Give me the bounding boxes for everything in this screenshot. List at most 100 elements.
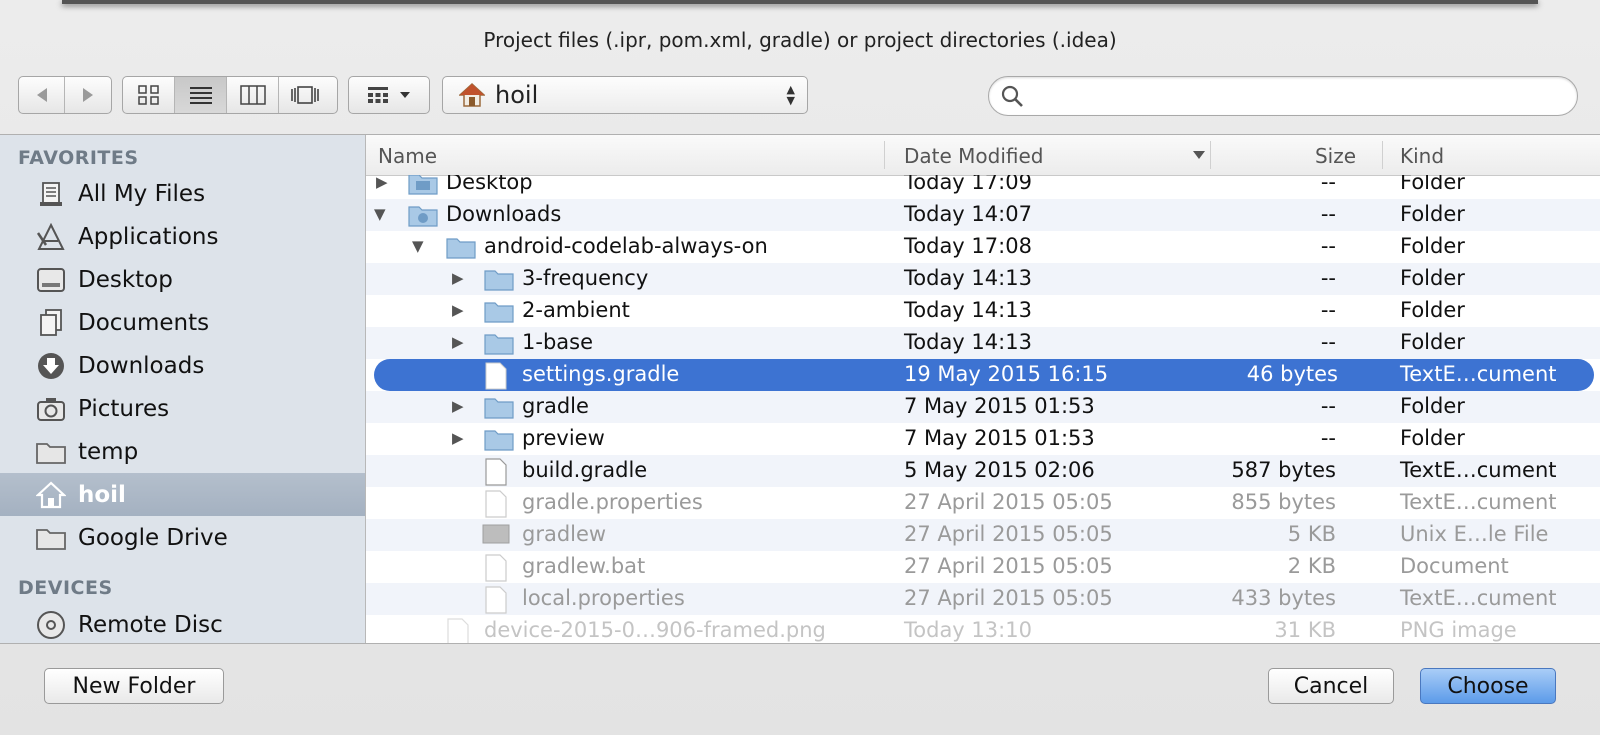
disclosure-down-icon: ▼ bbox=[412, 237, 424, 255]
file-size: -- bbox=[1320, 202, 1336, 226]
file-size: 46 bytes bbox=[1246, 362, 1338, 386]
folder-icon bbox=[484, 334, 514, 355]
disclosure-right-icon: ▶ bbox=[452, 333, 464, 351]
list-view-button[interactable] bbox=[175, 77, 227, 113]
table-row[interactable]: ▶ preview 7 May 2015 01:53 -- Folder bbox=[366, 423, 1600, 455]
table-row[interactable]: ▶ gradle 7 May 2015 01:53 -- Folder bbox=[366, 391, 1600, 423]
search-box[interactable] bbox=[988, 76, 1578, 116]
sidebar-item-desktop[interactable]: Desktop bbox=[0, 258, 365, 301]
location-popup[interactable]: hoil ▲ ▼ bbox=[442, 76, 808, 114]
file-date: 27 April 2015 05:05 bbox=[904, 522, 1113, 546]
folder-icon bbox=[484, 398, 514, 419]
table-row[interactable]: ▶ 1-base Today 14:13 -- Folder bbox=[366, 327, 1600, 359]
file-size: 433 bytes bbox=[1231, 586, 1336, 610]
file-rows: ▶ Desktop Today 17:09 -- Folder ▼ Downlo… bbox=[366, 175, 1600, 643]
folder-icon bbox=[484, 270, 514, 291]
sidebar-item-google-drive[interactable]: Google Drive bbox=[0, 516, 365, 559]
column-divider bbox=[884, 141, 885, 169]
list-icon bbox=[189, 87, 212, 104]
folder-icon bbox=[34, 523, 68, 553]
file-kind: Unix E…le File bbox=[1400, 522, 1549, 546]
table-row[interactable]: ▶ Desktop Today 17:09 -- Folder bbox=[366, 175, 1600, 199]
dialog-title: Project files (.ipr, pom.xml, gradle) or… bbox=[483, 28, 1117, 52]
arrange-grid-icon bbox=[368, 87, 388, 103]
cancel-button[interactable]: Cancel bbox=[1268, 668, 1394, 704]
disclosure-right-icon: ▶ bbox=[452, 397, 464, 415]
file-name: gradle.properties bbox=[522, 490, 703, 514]
file-list: Name Date Modified Size Kind ▶ Desktop T… bbox=[366, 135, 1600, 643]
col-name[interactable]: Name bbox=[378, 144, 437, 168]
applications-icon bbox=[34, 222, 68, 252]
file-kind: Folder bbox=[1400, 266, 1465, 290]
file-name: local.properties bbox=[522, 586, 685, 610]
coverflow-view-button[interactable] bbox=[279, 77, 331, 113]
home-icon bbox=[459, 82, 485, 107]
table-row[interactable]: ▼ android-codelab-always-on Today 17:08 … bbox=[366, 231, 1600, 263]
file-name: 1-base bbox=[522, 330, 593, 354]
icon-view-button[interactable] bbox=[123, 77, 175, 113]
file-size: -- bbox=[1320, 266, 1336, 290]
file-size: 31 KB bbox=[1274, 618, 1336, 642]
chevron-left-icon bbox=[36, 88, 47, 102]
sort-descending-icon bbox=[1193, 151, 1205, 159]
file-date: Today 14:07 bbox=[904, 202, 1032, 226]
sidebar-item-all-my-files[interactable]: All My Files bbox=[0, 172, 365, 215]
sidebar-item-applications[interactable]: Applications bbox=[0, 215, 365, 258]
disclosure-right-icon: ▶ bbox=[452, 301, 464, 319]
col-size[interactable]: Size bbox=[1315, 144, 1356, 168]
sidebar-item-label: Documents bbox=[78, 309, 210, 336]
forward-button[interactable] bbox=[65, 77, 111, 113]
sidebar-item-label: Desktop bbox=[78, 266, 173, 293]
location-label: hoil bbox=[495, 81, 539, 109]
table-row-selected[interactable]: settings.gradle 19 May 2015 16:15 46 byt… bbox=[374, 359, 1594, 391]
file-kind: Folder bbox=[1400, 426, 1465, 450]
column-view-button[interactable] bbox=[227, 77, 279, 113]
file-date: 5 May 2015 02:06 bbox=[904, 458, 1095, 482]
file-size: -- bbox=[1320, 426, 1336, 450]
file-name: 2-ambient bbox=[522, 298, 630, 322]
sidebar-item-label: Pictures bbox=[78, 395, 170, 422]
file-kind: Folder bbox=[1400, 175, 1465, 194]
file-date: 19 May 2015 16:15 bbox=[904, 362, 1109, 386]
coverflow-icon bbox=[291, 86, 319, 104]
arrange-button[interactable] bbox=[348, 76, 430, 114]
table-row[interactable]: build.gradle 5 May 2015 02:06 587 bytes … bbox=[366, 455, 1600, 487]
nav-buttons bbox=[18, 76, 112, 114]
sidebar-item-label: Google Drive bbox=[78, 524, 228, 551]
table-row[interactable]: ▼ Downloads Today 14:07 -- Folder bbox=[366, 199, 1600, 231]
columns-icon bbox=[239, 85, 266, 105]
folder-icon bbox=[484, 302, 514, 323]
sidebar-item-label: hoil bbox=[78, 481, 126, 508]
file-size: -- bbox=[1320, 394, 1336, 418]
file-kind: Folder bbox=[1400, 330, 1465, 354]
table-row[interactable]: ▶ 3-frequency Today 14:13 -- Folder bbox=[366, 263, 1600, 295]
new-folder-button[interactable]: New Folder bbox=[44, 668, 224, 704]
sidebar-item-downloads[interactable]: Downloads bbox=[0, 344, 365, 387]
sidebar-item-documents[interactable]: Documents bbox=[0, 301, 365, 344]
sidebar-item-remote-disc[interactable]: Remote Disc bbox=[0, 603, 365, 643]
search-input[interactable] bbox=[1033, 83, 1557, 111]
choose-button[interactable]: Choose bbox=[1420, 668, 1556, 704]
back-button[interactable] bbox=[19, 77, 66, 113]
file-date: Today 17:09 bbox=[904, 175, 1032, 194]
sidebar-item-pictures[interactable]: Pictures bbox=[0, 387, 365, 430]
file-name: preview bbox=[522, 426, 605, 450]
file-name: gradle bbox=[522, 394, 589, 418]
file-kind: TextE…cument bbox=[1400, 362, 1557, 386]
table-row[interactable]: ▶ 2-ambient Today 14:13 -- Folder bbox=[366, 295, 1600, 327]
document-icon bbox=[485, 490, 507, 518]
table-row-disabled: gradlew 27 April 2015 05:05 5 KB Unix E…… bbox=[366, 519, 1600, 551]
file-date: 7 May 2015 01:53 bbox=[904, 426, 1095, 450]
sidebar-item-label: temp bbox=[78, 438, 139, 465]
desktop-icon bbox=[34, 265, 68, 295]
table-row-disabled: local.properties 27 April 2015 05:05 433… bbox=[366, 583, 1600, 615]
folder-icon bbox=[446, 238, 476, 259]
file-date: 27 April 2015 05:05 bbox=[904, 586, 1113, 610]
sidebar-item-temp[interactable]: temp bbox=[0, 430, 365, 473]
file-name: gradlew.bat bbox=[522, 554, 646, 578]
sidebar-item-label: Remote Disc bbox=[78, 611, 223, 638]
sidebar-item-hoil[interactable]: hoil bbox=[0, 473, 365, 516]
col-date-modified[interactable]: Date Modified bbox=[904, 144, 1044, 168]
file-name: gradlew bbox=[522, 522, 607, 546]
col-kind[interactable]: Kind bbox=[1400, 144, 1444, 168]
